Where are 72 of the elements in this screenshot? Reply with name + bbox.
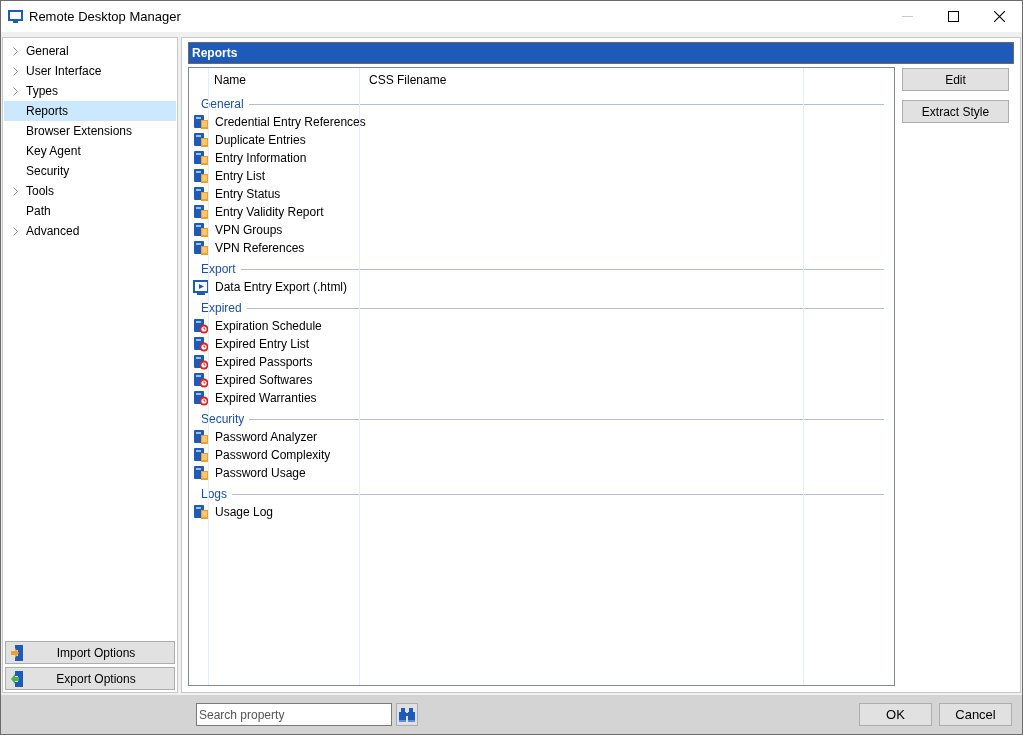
report-icon	[193, 222, 209, 238]
chevron-icon	[12, 186, 18, 196]
group-header: Export	[201, 261, 236, 278]
list-row[interactable]: Password Analyzer	[189, 428, 894, 446]
sidebar-item[interactable]: Security	[4, 161, 176, 181]
sidebar-item[interactable]: General	[4, 41, 176, 61]
sidebar-item[interactable]: Browser Extensions	[4, 121, 176, 141]
list-row[interactable]: Expired Warranties	[189, 389, 894, 407]
column-header[interactable]: CSS Filename	[369, 71, 569, 89]
monitor-icon	[8, 10, 23, 23]
list-row[interactable]: Entry Status	[189, 185, 894, 203]
export-icon	[10, 670, 24, 687]
list-row[interactable]: Expired Passports	[189, 353, 894, 371]
list-row[interactable]: Expiration Schedule	[189, 317, 894, 335]
list-row[interactable]: Entry Information	[189, 149, 894, 167]
binoculars-icon	[399, 707, 415, 722]
report-icon	[193, 354, 209, 370]
list-row[interactable]: Duplicate Entries	[189, 131, 894, 149]
window-title: Remote Desktop Manager	[29, 7, 181, 26]
search-button[interactable]	[396, 703, 418, 726]
sidebar-item[interactable]: Tools	[4, 181, 176, 201]
report-icon	[193, 429, 209, 445]
import-icon	[10, 644, 24, 661]
list-row[interactable]: Password Complexity	[189, 446, 894, 464]
report-icon	[193, 186, 209, 202]
group-header: Logs	[201, 486, 228, 503]
list-row[interactable]: Password Usage	[189, 464, 894, 482]
action-button[interactable]: Edit	[902, 68, 1009, 91]
column-header[interactable]: Name	[214, 71, 364, 89]
import-button[interactable]: Import Options	[5, 641, 175, 664]
sidebar-item[interactable]: Key Agent	[4, 141, 176, 161]
sidebar-item[interactable]: Reports	[4, 101, 176, 121]
list-row[interactable]: VPN References	[189, 239, 894, 257]
list-row[interactable]: Entry Validity Report	[189, 203, 894, 221]
close-icon	[993, 11, 1005, 22]
report-icon	[193, 150, 209, 166]
list-row[interactable]: Entry List	[189, 167, 894, 185]
report-icon	[193, 447, 209, 463]
list-row[interactable]: Usage Log	[189, 503, 894, 521]
chevron-icon	[12, 226, 18, 236]
report-icon	[193, 318, 209, 334]
maximize-icon	[947, 11, 959, 22]
dialog-button[interactable]: Cancel	[939, 703, 1012, 726]
minimize-icon	[901, 16, 913, 17]
sidebar-item[interactable]: User Interface	[4, 61, 176, 81]
list-row[interactable]: Credential Entry References	[189, 113, 894, 131]
list-row[interactable]: Expired Softwares	[189, 371, 894, 389]
report-icon	[193, 132, 209, 148]
sidebar-item[interactable]: Advanced	[4, 221, 176, 241]
group-header: Expired	[201, 300, 242, 317]
report-icon	[193, 504, 209, 520]
report-icon	[193, 336, 209, 352]
report-icon	[193, 204, 209, 220]
action-button[interactable]: Extract Style	[902, 100, 1009, 123]
sidebar-item[interactable]: Path	[4, 201, 176, 221]
group-header: General	[201, 96, 244, 113]
group-header: Security	[201, 411, 245, 428]
list-row[interactable]: VPN Groups	[189, 221, 894, 239]
sidebar-item[interactable]: Types	[4, 81, 176, 101]
list-row[interactable]: Data Entry Export (.html)	[189, 278, 894, 296]
list-row[interactable]: Expired Entry List	[189, 335, 894, 353]
report-icon	[193, 372, 209, 388]
search-field[interactable]: Search property	[196, 703, 392, 726]
report-icon	[193, 279, 209, 295]
report-icon	[193, 390, 209, 406]
dialog-button[interactable]: OK	[859, 703, 932, 726]
report-icon	[193, 168, 209, 184]
report-icon	[193, 240, 209, 256]
report-icon	[193, 465, 209, 481]
panel-header: Reports	[188, 42, 1014, 64]
report-icon	[193, 114, 209, 130]
export-button[interactable]: Export Options	[5, 667, 175, 690]
